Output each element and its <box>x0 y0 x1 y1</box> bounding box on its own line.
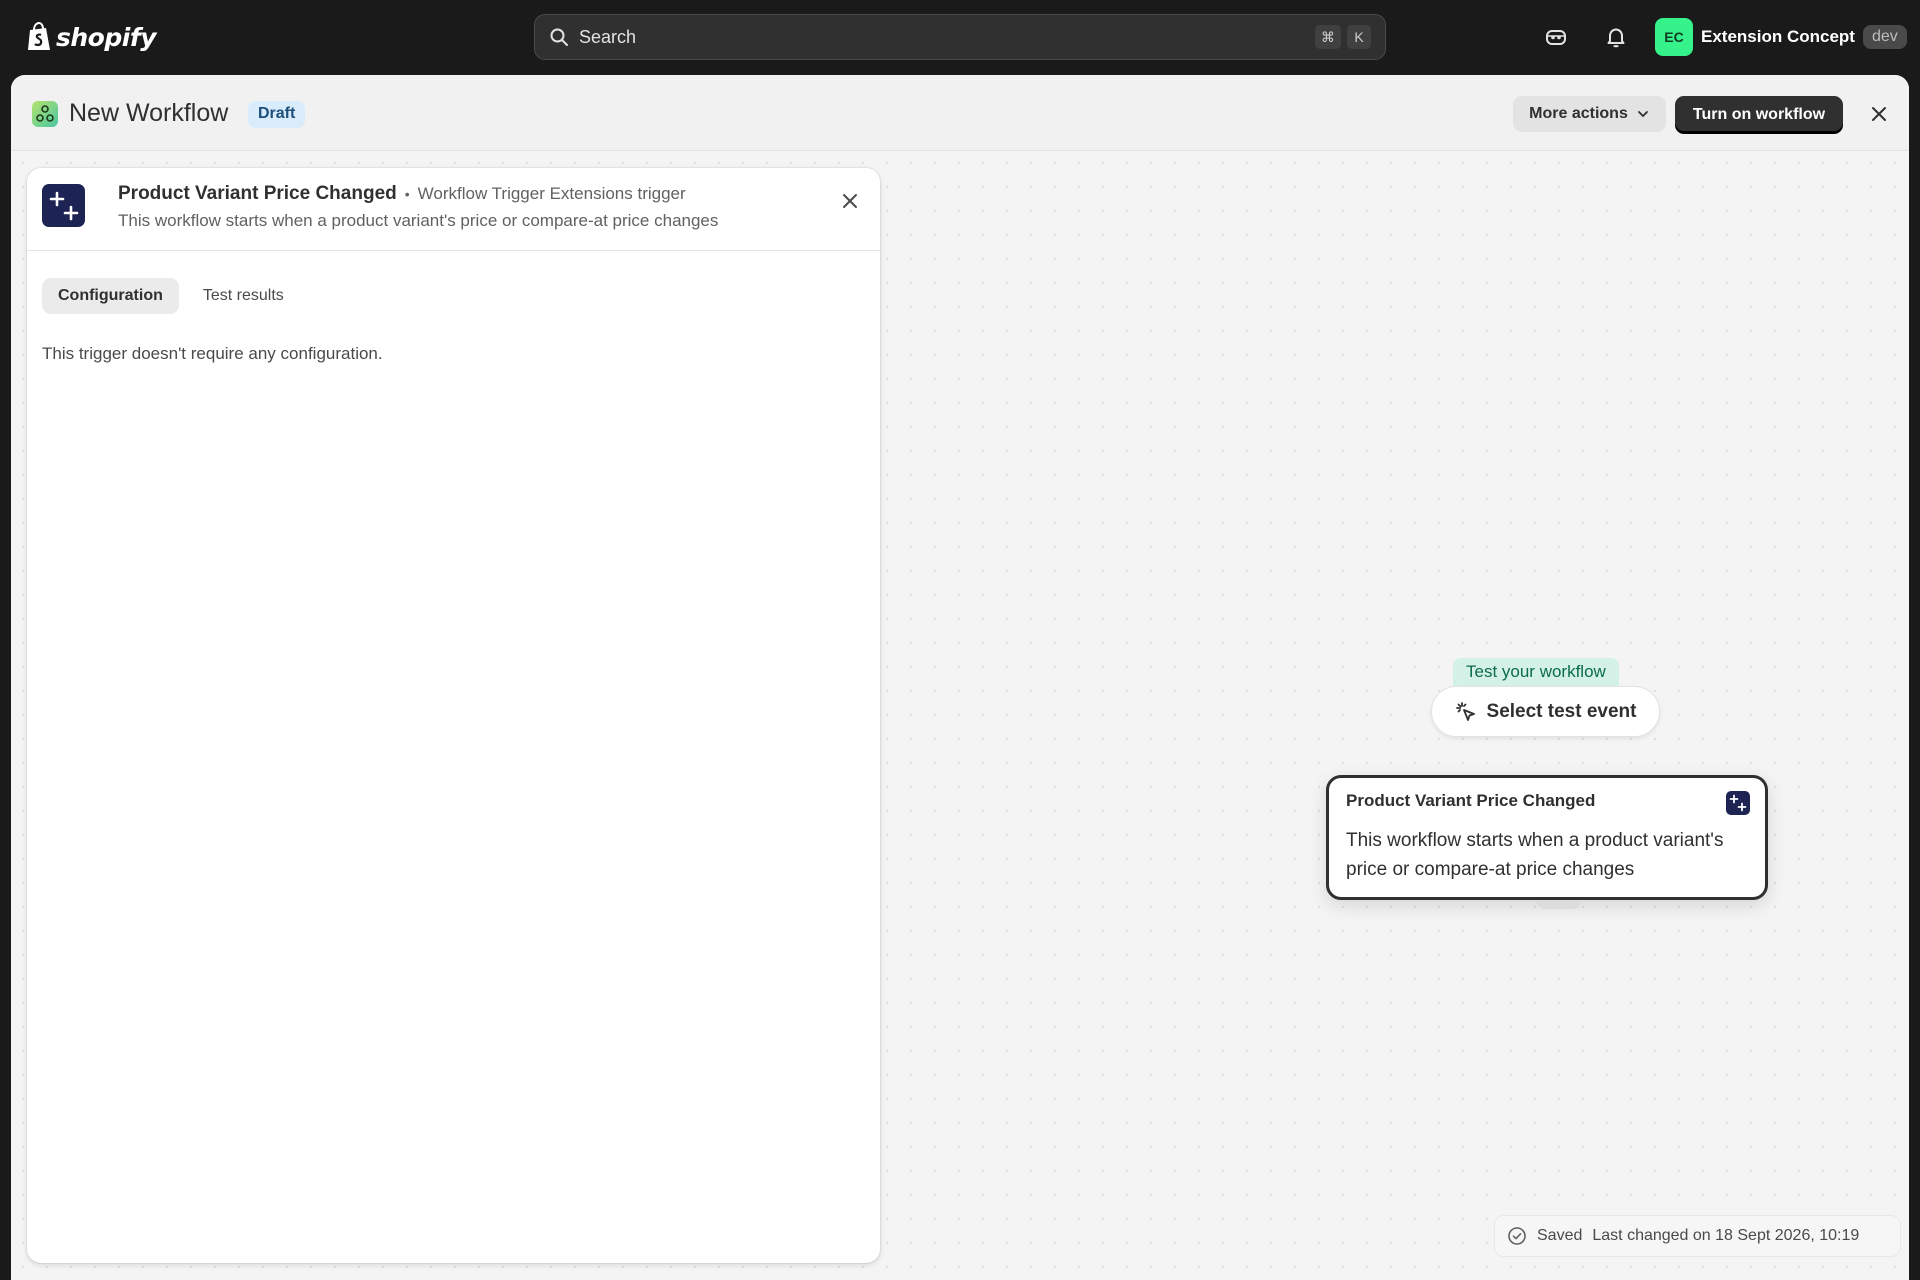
configuration-message: This trigger doesn't require any configu… <box>42 344 383 363</box>
store-type-badge: dev <box>1862 25 1907 49</box>
title-separator: • <box>404 186 410 202</box>
shortcut-k-key: K <box>1347 25 1371 49</box>
node-description: This workflow starts when a product vari… <box>1346 830 1724 880</box>
bell-icon <box>1607 28 1625 48</box>
node-trigger-icon <box>1726 791 1750 815</box>
shortcut-cmd-key: ⌘ <box>1315 25 1341 49</box>
trigger-details-panel: Product Variant Price Changed • Workflow… <box>27 168 880 1263</box>
account-menu[interactable]: EC Extension Concept dev <box>1655 18 1907 56</box>
editor-header: New Workflow Draft More actions Turn on … <box>11 75 1909 151</box>
sidekick-icon <box>1546 30 1566 45</box>
saved-label: Saved <box>1537 1227 1583 1244</box>
flow-app-icon <box>32 101 58 127</box>
page-title: New Workflow <box>69 99 229 127</box>
trigger-plus-icon <box>49 191 78 220</box>
workflow-editor: New Workflow Draft More actions Turn on … <box>11 75 1909 1280</box>
turn-on-workflow-button[interactable]: Turn on workflow <box>1675 96 1843 133</box>
node-title: Product Variant Price Changed <box>1346 791 1596 810</box>
check-circle-icon <box>1508 1227 1526 1245</box>
cursor-click-icon <box>1455 701 1475 721</box>
top-bar: shopify Search ⌘ K EC Extension Concept … <box>0 0 1920 74</box>
close-editor-button[interactable] <box>1867 102 1891 126</box>
more-actions-label: More actions <box>1529 105 1628 122</box>
account-name: Extension Concept <box>1701 27 1855 46</box>
last-changed-timestamp: Last changed on 18 Sept 2026, 10:19 <box>1592 1227 1860 1244</box>
close-panel-button[interactable] <box>838 189 862 213</box>
chevron-down-icon <box>1637 111 1648 118</box>
select-test-event-label: Select test event <box>1486 700 1637 722</box>
notifications-button[interactable] <box>1602 23 1630 51</box>
search-placeholder: Search <box>579 26 637 47</box>
node-connector-handle[interactable] <box>1537 900 1581 909</box>
sidekick-button[interactable] <box>1542 23 1570 51</box>
close-icon <box>843 194 857 208</box>
save-status-bar: Saved Last changed on 18 Sept 2026, 10:1… <box>1494 1215 1901 1257</box>
close-icon <box>1872 107 1886 121</box>
shopify-bag-icon <box>28 22 50 50</box>
brand-wordmark: shopify <box>56 22 157 52</box>
trigger-plus-icon <box>1729 794 1747 812</box>
avatar: EC <box>1655 18 1693 56</box>
trigger-description: This workflow starts when a product vari… <box>118 211 719 230</box>
status-badge: Draft <box>248 101 306 128</box>
trigger-source: Workflow Trigger Extensions trigger <box>417 184 686 203</box>
test-workflow-label: Test your workflow <box>1453 658 1619 686</box>
panel-tabs: Configuration Test results <box>42 278 300 314</box>
panel-header: Product Variant Price Changed • Workflow… <box>27 168 880 251</box>
search-input[interactable]: Search ⌘ K <box>534 14 1386 60</box>
shopify-logo[interactable]: shopify <box>26 18 157 56</box>
panel-title-row: Product Variant Price Changed • Workflow… <box>118 183 686 205</box>
tab-test-results[interactable]: Test results <box>187 278 300 314</box>
select-test-event-button[interactable]: Select test event <box>1431 686 1660 737</box>
search-icon <box>550 28 568 46</box>
more-actions-button[interactable]: More actions <box>1513 96 1666 132</box>
tab-configuration[interactable]: Configuration <box>42 278 179 314</box>
trigger-node[interactable]: Product Variant Price Changed This workf… <box>1326 775 1768 900</box>
trigger-title: Product Variant Price Changed <box>118 183 397 204</box>
trigger-icon <box>42 184 85 227</box>
